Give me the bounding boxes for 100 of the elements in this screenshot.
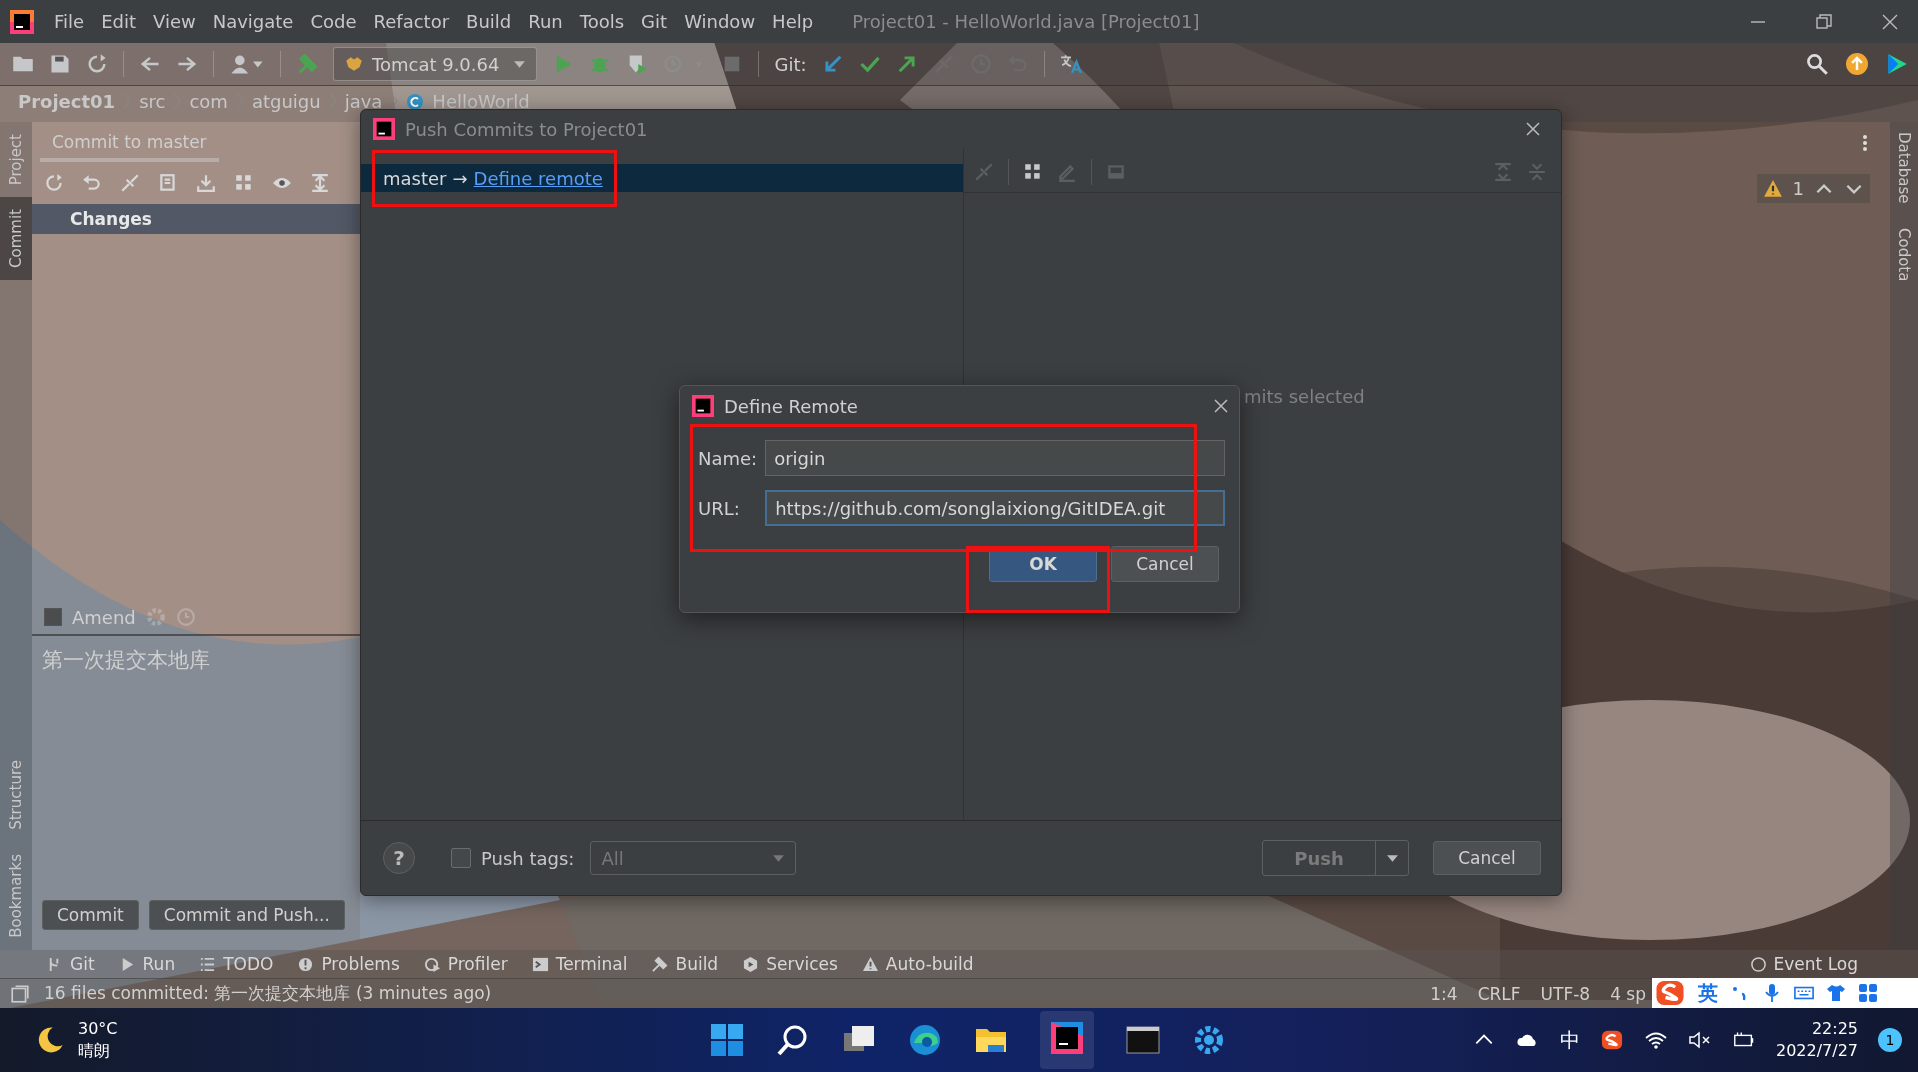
window-title: Project01 - HelloWorld.java [Project01] bbox=[852, 11, 1200, 32]
tool-window-tab[interactable]: Structure bbox=[0, 748, 32, 843]
restore-icon[interactable] bbox=[1816, 13, 1832, 30]
terminal-icon[interactable] bbox=[1126, 1023, 1160, 1057]
grid-icon[interactable] bbox=[1858, 983, 1878, 1003]
menu-item[interactable]: Run bbox=[528, 11, 563, 32]
status-item[interactable]: 4 sp bbox=[1610, 983, 1646, 1004]
event-log-button[interactable]: Event Log bbox=[1773, 954, 1858, 974]
more-icon[interactable] bbox=[1862, 134, 1868, 152]
branch-name: master bbox=[383, 167, 447, 189]
sync-icon[interactable] bbox=[86, 53, 108, 75]
menu-item[interactable]: Window bbox=[684, 11, 756, 32]
tool-window-button[interactable]: Problems bbox=[321, 954, 400, 974]
tool-window-tab[interactable]: Bookmarks bbox=[0, 842, 32, 950]
menu-item[interactable]: Tools bbox=[579, 11, 625, 32]
chevron-icon bbox=[390, 91, 399, 111]
clock-time[interactable]: 22:25 bbox=[1811, 1018, 1858, 1040]
tool-window-button[interactable]: Run bbox=[142, 954, 176, 974]
download-icon[interactable] bbox=[196, 173, 216, 193]
microphone-icon[interactable] bbox=[1762, 983, 1782, 1003]
tool-window-button[interactable]: Git bbox=[70, 954, 95, 974]
input-method-indicator[interactable]: 中 bbox=[1559, 1026, 1580, 1054]
start-icon[interactable] bbox=[710, 1023, 744, 1057]
menu-item[interactable]: Code bbox=[310, 11, 357, 32]
push-tags-checkbox[interactable] bbox=[451, 848, 471, 868]
status-item[interactable]: CRLF bbox=[1477, 983, 1521, 1004]
clock-date[interactable]: 2022/7/27 bbox=[1775, 1040, 1858, 1062]
close-icon[interactable] bbox=[1525, 121, 1541, 137]
tool-window-tab[interactable]: Codota bbox=[1890, 227, 1918, 281]
intellij-logo-icon bbox=[692, 395, 714, 417]
cancel-button[interactable]: Cancel bbox=[1111, 546, 1219, 582]
intellij-logo-icon bbox=[373, 118, 395, 140]
user-icon[interactable] bbox=[229, 53, 265, 75]
define-remote-link[interactable]: Define remote bbox=[473, 167, 603, 189]
menu-item[interactable]: Git bbox=[641, 11, 668, 32]
intellij-icon[interactable] bbox=[1050, 1021, 1084, 1055]
ime-mode[interactable]: 英 bbox=[1698, 979, 1718, 1007]
translate-icon[interactable] bbox=[1059, 53, 1082, 75]
profiler-icon bbox=[423, 955, 441, 973]
search-icon[interactable] bbox=[1806, 53, 1828, 75]
menu-item[interactable]: View bbox=[153, 11, 196, 32]
field-label: URL: bbox=[698, 497, 741, 519]
panel-toggle-icon[interactable] bbox=[10, 983, 30, 1004]
tool-window-tab[interactable]: Database bbox=[1890, 132, 1918, 204]
close-icon[interactable] bbox=[1882, 13, 1898, 30]
merge-icon[interactable] bbox=[932, 53, 955, 75]
push-tags-label: Push tags: bbox=[481, 847, 575, 869]
temperature: 30°C bbox=[78, 1018, 118, 1040]
browser-icon[interactable] bbox=[908, 1023, 942, 1057]
tool-window-button[interactable]: Auto-build bbox=[885, 954, 974, 974]
tool-window-tab[interactable]: Project bbox=[0, 122, 32, 198]
plugin-logo-icon[interactable] bbox=[1886, 53, 1908, 75]
tool-window-button[interactable]: Services bbox=[766, 954, 838, 974]
amend-label: Amend bbox=[72, 606, 136, 628]
run-config-dropdown[interactable]: Tomcat 9.0.64 bbox=[333, 47, 538, 81]
menu-item[interactable]: Refactor bbox=[373, 11, 450, 32]
class-icon bbox=[406, 93, 425, 111]
commit-button[interactable]: Commit bbox=[42, 900, 139, 930]
tool-window-button[interactable]: TODO bbox=[223, 954, 274, 974]
expand-icon[interactable] bbox=[310, 173, 330, 193]
tool-window-button[interactable]: Terminal bbox=[555, 954, 628, 974]
cancel-button[interactable]: Cancel bbox=[1433, 841, 1541, 875]
input-field[interactable]: origin bbox=[765, 440, 1225, 476]
problems-icon bbox=[297, 955, 315, 973]
close-icon[interactable] bbox=[1213, 398, 1229, 414]
commit-button[interactable]: Commit and Push... bbox=[148, 900, 345, 930]
menu-item[interactable]: Help bbox=[772, 11, 814, 32]
menu-item[interactable]: Edit bbox=[101, 11, 136, 32]
help-button[interactable]: ? bbox=[383, 842, 415, 874]
muted-speaker-icon[interactable] bbox=[1687, 1029, 1712, 1051]
status-item[interactable]: UTF-8 bbox=[1540, 983, 1591, 1004]
input-field[interactable]: https://github.com/songlaixiong/GitIDEA.git bbox=[765, 490, 1225, 526]
tool-window-button[interactable]: Profiler bbox=[447, 954, 508, 974]
amend-checkbox[interactable] bbox=[44, 608, 62, 626]
save-icon[interactable] bbox=[49, 53, 71, 75]
menu-item[interactable]: File bbox=[54, 11, 85, 32]
tool-window-button[interactable]: Build bbox=[675, 954, 719, 974]
sogou-icon[interactable] bbox=[1599, 1029, 1624, 1051]
undo-icon[interactable] bbox=[82, 173, 102, 193]
update-icon[interactable] bbox=[1846, 53, 1868, 75]
warning-icon bbox=[861, 955, 879, 973]
branch-row[interactable]: master → Define remote bbox=[361, 164, 963, 192]
menu-item[interactable]: Build bbox=[466, 11, 512, 32]
empty-state-text: mits selected bbox=[1244, 386, 1365, 407]
menu-item[interactable]: Navigate bbox=[212, 11, 294, 32]
tool-window-tab[interactable]: Commit bbox=[0, 197, 32, 281]
warning-count: 1 bbox=[1792, 178, 1804, 199]
status-item[interactable]: 1:4 bbox=[1430, 983, 1458, 1004]
refresh-icon[interactable] bbox=[44, 173, 64, 193]
shirt-icon[interactable] bbox=[1826, 983, 1846, 1003]
diff-icon[interactable] bbox=[158, 173, 178, 193]
circle-icon bbox=[1749, 955, 1767, 973]
notification-badge[interactable]: 1 bbox=[1878, 1028, 1902, 1052]
changes-node[interactable]: Changes bbox=[32, 204, 360, 234]
gear-icon[interactable] bbox=[1192, 1023, 1226, 1057]
group-icon[interactable] bbox=[1023, 162, 1043, 182]
sogou-logo-icon[interactable] bbox=[1654, 978, 1686, 1008]
intellij-logo-icon bbox=[10, 9, 34, 34]
weather-text: 晴朗 bbox=[78, 1040, 111, 1062]
dialog-title: Define Remote bbox=[724, 395, 858, 417]
